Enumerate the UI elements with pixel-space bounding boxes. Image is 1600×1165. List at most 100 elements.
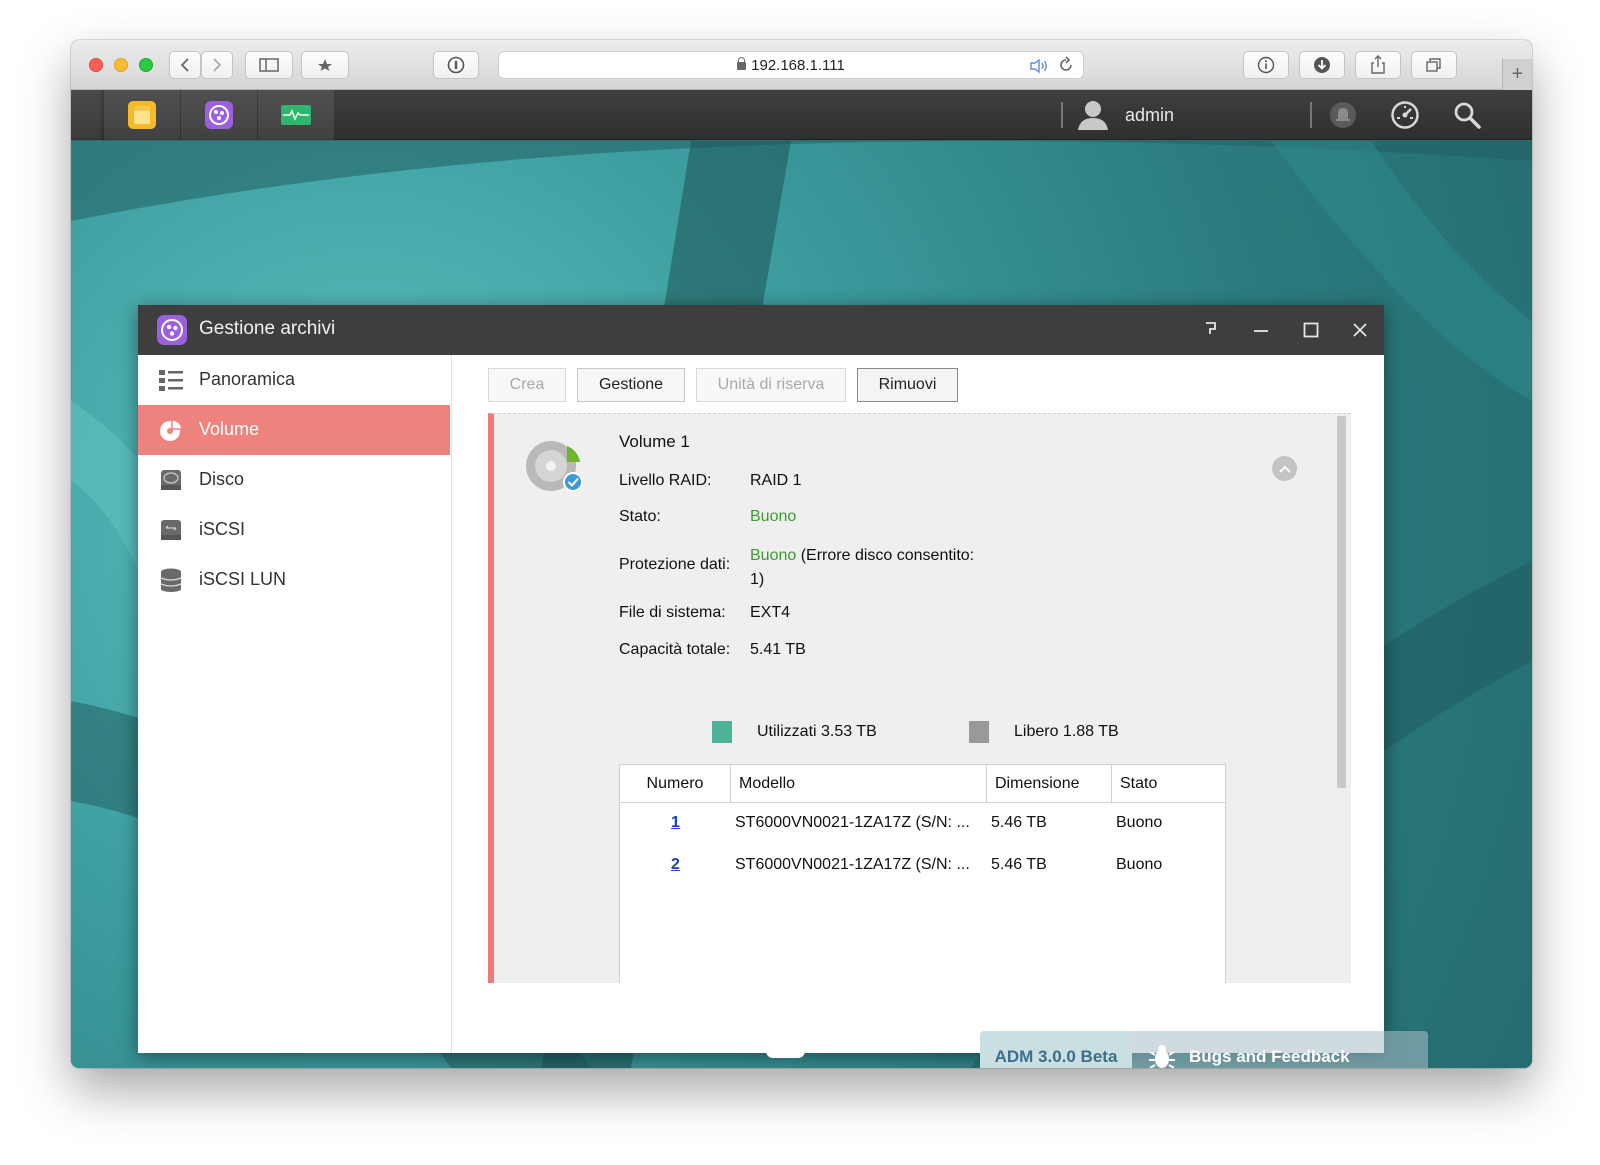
bugs-feedback-button[interactable]: Bugs and Feedback	[1132, 1031, 1428, 1068]
protection-status: Buono	[750, 547, 797, 564]
column-header-number[interactable]: Numero	[620, 765, 731, 802]
help-button[interactable]	[1196, 315, 1226, 345]
volume-name: Volume 1	[619, 432, 690, 451]
raid-level-label: Livello RAID:	[619, 472, 712, 489]
download-icon	[1314, 57, 1330, 73]
search-icon[interactable]	[1453, 101, 1481, 129]
taskbar-app-file-explorer[interactable]	[104, 90, 180, 140]
spare-drive-button[interactable]: Unità di riserva	[696, 368, 846, 402]
column-header-status[interactable]: Stato	[1112, 765, 1225, 802]
disk-model: ST6000VN0021-1ZA17Z (S/N: ...	[735, 856, 970, 873]
disk-icon	[161, 470, 181, 490]
user-avatar-icon[interactable]	[1076, 99, 1110, 131]
taskbar-edge	[71, 90, 101, 140]
reader-button[interactable]	[433, 51, 479, 79]
sidebar-item-iscsi[interactable]: iSCSI	[138, 505, 450, 555]
sidebar-item-label: iSCSI LUN	[199, 569, 287, 589]
dashboard-gauge-icon[interactable]	[1390, 100, 1420, 130]
free-legend-swatch	[969, 721, 989, 743]
window-title: Gestione archivi	[199, 318, 336, 339]
password-icon	[447, 56, 465, 74]
chevron-left-icon	[180, 58, 189, 72]
share-button[interactable]	[1355, 51, 1401, 79]
lock-icon	[737, 57, 747, 70]
collapse-button[interactable]	[1272, 456, 1297, 481]
protection-note-cont: 1)	[750, 571, 765, 588]
close-button[interactable]	[1345, 315, 1375, 345]
disk-status: Buono	[1116, 856, 1163, 873]
chevron-up-icon	[1278, 465, 1291, 473]
raid-level-value: RAID 1	[750, 472, 802, 489]
create-button[interactable]: Crea	[488, 368, 566, 402]
storage-manager-window: Gestione archivi Panoramica Volume Disco…	[138, 305, 1384, 1053]
protection-value: Buono (Errore disco consentito: 1)	[750, 544, 974, 592]
protection-label: Protezione dati:	[619, 556, 731, 573]
taskbar-app-storage-manager[interactable]	[181, 90, 257, 140]
taskbar-separator	[1061, 102, 1063, 128]
url-text: 192.168.1.111	[751, 57, 845, 74]
disk-number-link[interactable]: 1	[671, 814, 680, 832]
sidebar-item-volume[interactable]: Volume	[138, 405, 450, 455]
column-header-model[interactable]: Modello	[731, 765, 987, 802]
address-bar[interactable]: 192.168.1.111	[498, 51, 1084, 79]
window-titlebar[interactable]: Gestione archivi	[138, 305, 1384, 355]
main-panel: Crea Gestione Unità di riserva Rimuovi V…	[453, 355, 1384, 1053]
disk-status: Buono	[1116, 814, 1163, 831]
help-icon	[1206, 322, 1216, 334]
sidebar-item-disco[interactable]: Disco	[138, 455, 450, 505]
database-icon	[160, 568, 182, 592]
new-tab-button[interactable]: +	[1502, 59, 1532, 90]
maximize-icon	[1303, 322, 1319, 338]
remove-button[interactable]: Rimuovi	[857, 368, 958, 402]
downloads-button[interactable]	[1299, 51, 1345, 79]
forward-button[interactable]	[201, 51, 233, 79]
table-header: Numero Modello Dimensione Stato	[620, 765, 1225, 803]
sidebar-item-panoramica[interactable]: Panoramica	[138, 355, 450, 405]
close-window-button[interactable]	[89, 58, 103, 72]
column-header-size[interactable]: Dimensione	[987, 765, 1112, 802]
share-icon	[1371, 55, 1385, 74]
zoom-window-button[interactable]	[139, 58, 153, 72]
manage-button[interactable]: Gestione	[577, 368, 685, 402]
info-icon	[1257, 56, 1275, 74]
reload-icon[interactable]	[1057, 56, 1075, 74]
capacity-label: Capacità totale:	[619, 641, 731, 658]
notification-bell-icon[interactable]	[1329, 101, 1357, 129]
protection-note: (Errore disco consentito:	[800, 547, 975, 564]
free-legend-label: Libero 1.88 TB	[1014, 723, 1119, 740]
minimize-window-button[interactable]	[114, 58, 128, 72]
filesystem-value: EXT4	[750, 604, 791, 621]
tabs-overview-button[interactable]	[1411, 51, 1457, 79]
used-legend-label: Utilizzati 3.53 TB	[757, 723, 877, 740]
speaker-icon[interactable]	[1029, 58, 1049, 74]
sidebar-item-label: iSCSI	[199, 519, 246, 539]
minimize-icon	[1254, 330, 1268, 332]
activity-monitor-icon	[281, 105, 311, 125]
maximize-button[interactable]	[1296, 315, 1326, 345]
minimize-button[interactable]	[1246, 315, 1276, 345]
disk-number-link[interactable]: 2	[671, 856, 680, 874]
sidebar-icon	[259, 58, 279, 72]
dock-handle[interactable]	[766, 1044, 805, 1058]
disks-table: Numero Modello Dimensione Stato 1 ST6000…	[619, 764, 1226, 983]
disk-size: 5.46 TB	[991, 856, 1047, 873]
bug-icon	[1149, 1045, 1175, 1068]
bugs-feedback-label: Bugs and Feedback	[1189, 1047, 1350, 1066]
storage-manager-icon	[157, 315, 187, 345]
sidebar-toggle-button[interactable]	[245, 51, 293, 79]
address-bar-actions	[1029, 56, 1075, 77]
volume-status-icon	[526, 441, 583, 492]
info-button[interactable]	[1243, 51, 1289, 79]
disk-model: ST6000VN0021-1ZA17Z (S/N: ...	[735, 814, 970, 831]
adm-version-badge[interactable]: ADM 3.0.0 Beta	[980, 1031, 1132, 1068]
sidebar-item-iscsi-lun[interactable]: iSCSI LUN	[138, 555, 450, 605]
browser-toolbar: 192.168.1.111 +	[71, 40, 1532, 90]
taskbar-app-monitor[interactable]	[258, 90, 334, 140]
scrollbar[interactable]	[1337, 416, 1346, 788]
user-name[interactable]: admin	[1125, 105, 1174, 126]
sidebar-item-label: Panoramica	[199, 369, 296, 389]
desktop-area: Gestione archivi Panoramica Volume Disco…	[71, 141, 1532, 1068]
bookmarks-button[interactable]	[301, 51, 349, 79]
back-button[interactable]	[169, 51, 201, 79]
used-legend-swatch	[712, 721, 732, 743]
